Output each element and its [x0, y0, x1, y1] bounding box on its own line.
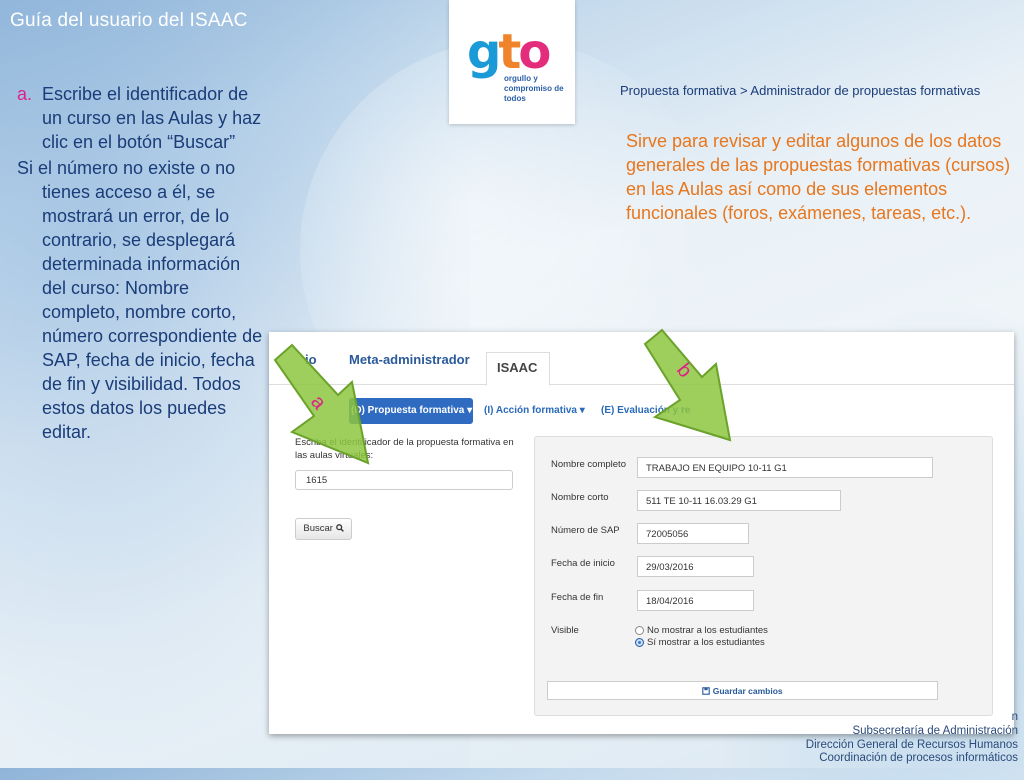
save-button-label: Guardar cambios — [712, 686, 783, 696]
search-icon — [335, 524, 344, 533]
radio-label: No mostrar a los estudiantes — [647, 625, 768, 636]
save-button[interactable]: Guardar cambios — [547, 681, 938, 700]
nombre-corto-field[interactable]: 511 TE 10-11 16.03.29 G1 — [637, 490, 841, 511]
breadcrumb: Propuesta formativa > Administrador de p… — [620, 83, 981, 98]
step-marker: a. — [17, 84, 33, 104]
tab-isaac[interactable]: ISAAC — [486, 352, 550, 386]
footer-line-2: Subsecretaría de Administración — [852, 725, 1018, 737]
logo-tagline: orgullo y compromiso de todos — [504, 74, 564, 103]
step-a: a. Escribe el identificador de un curso … — [17, 82, 267, 154]
instructions: a. Escribe el identificador de un curso … — [17, 82, 267, 444]
fecha-inicio-field[interactable]: 29/03/2016 — [637, 556, 754, 577]
radio-no-mostrar[interactable]: No mostrar a los estudiantes — [635, 625, 768, 636]
label-fecha-fin: Fecha de fin — [551, 592, 604, 603]
nombre-completo-field[interactable]: TRABAJO EN EQUIPO 10-11 G1 — [637, 457, 933, 478]
tab-bar: io Meta-administrador ISAAC — [269, 332, 1014, 386]
app-screenshot: io Meta-administrador ISAAC (D) Propuest… — [269, 332, 1014, 734]
save-icon — [702, 687, 711, 695]
search-button[interactable]: Buscar — [295, 518, 352, 540]
description: Sirve para revisar y editar algunos de l… — [626, 131, 1011, 223]
course-id-input[interactable]: 1615 — [295, 470, 513, 490]
label-nombre-completo: Nombre completo — [551, 459, 626, 470]
search-prompt: Escriba el identificador de la propuesta… — [295, 437, 514, 461]
footer-line-1: n — [1011, 711, 1018, 723]
logo-mark: gto — [467, 24, 551, 80]
radio-button[interactable] — [635, 626, 644, 635]
label-nombre-corto: Nombre corto — [551, 492, 609, 503]
menu-accion-formativa[interactable]: (I) Acción formativa ▾ — [484, 405, 585, 416]
menu-propuesta-formativa[interactable]: (D) Propuesta formativa ▾ — [349, 398, 473, 424]
radio-button-selected[interactable] — [635, 638, 644, 647]
tab-isaac-label: ISAAC — [497, 360, 538, 375]
step-text: Escribe el identificador de un curso en … — [42, 84, 262, 152]
footer-line-4: Coordinación de procesos informáticos — [819, 752, 1018, 764]
footer-line-3: Dirección General de Recursos Humanos — [805, 739, 1018, 751]
menu-propuesta-label: (D) Propuesta formativa ▾ — [351, 405, 473, 416]
result-paragraph: Si el número no existe o no tienes acces… — [17, 158, 263, 442]
menu-evaluacion[interactable]: (E) Evaluación y re — [601, 405, 690, 416]
search-button-label: Buscar — [303, 523, 333, 534]
label-fecha-inicio: Fecha de inicio — [551, 558, 615, 569]
slide-title: Guía del usuario del ISAAC — [10, 10, 248, 31]
label-numero-sap: Número de SAP — [551, 525, 620, 536]
fecha-fin-field[interactable]: 18/04/2016 — [637, 590, 754, 611]
radio-si-mostrar[interactable]: Sí mostrar a los estudiantes — [635, 637, 765, 648]
numero-sap-field[interactable]: 72005056 — [637, 523, 749, 544]
tab-meta-administrador[interactable]: Meta-administrador — [349, 352, 470, 367]
course-details-panel: Nombre completo TRABAJO EN EQUIPO 10-11 … — [534, 436, 993, 716]
radio-label: Sí mostrar a los estudiantes — [647, 637, 765, 648]
logo: gto orgullo y compromiso de todos — [449, 0, 575, 124]
label-visible: Visible — [551, 625, 579, 636]
tab-inicio[interactable]: io — [305, 352, 317, 367]
